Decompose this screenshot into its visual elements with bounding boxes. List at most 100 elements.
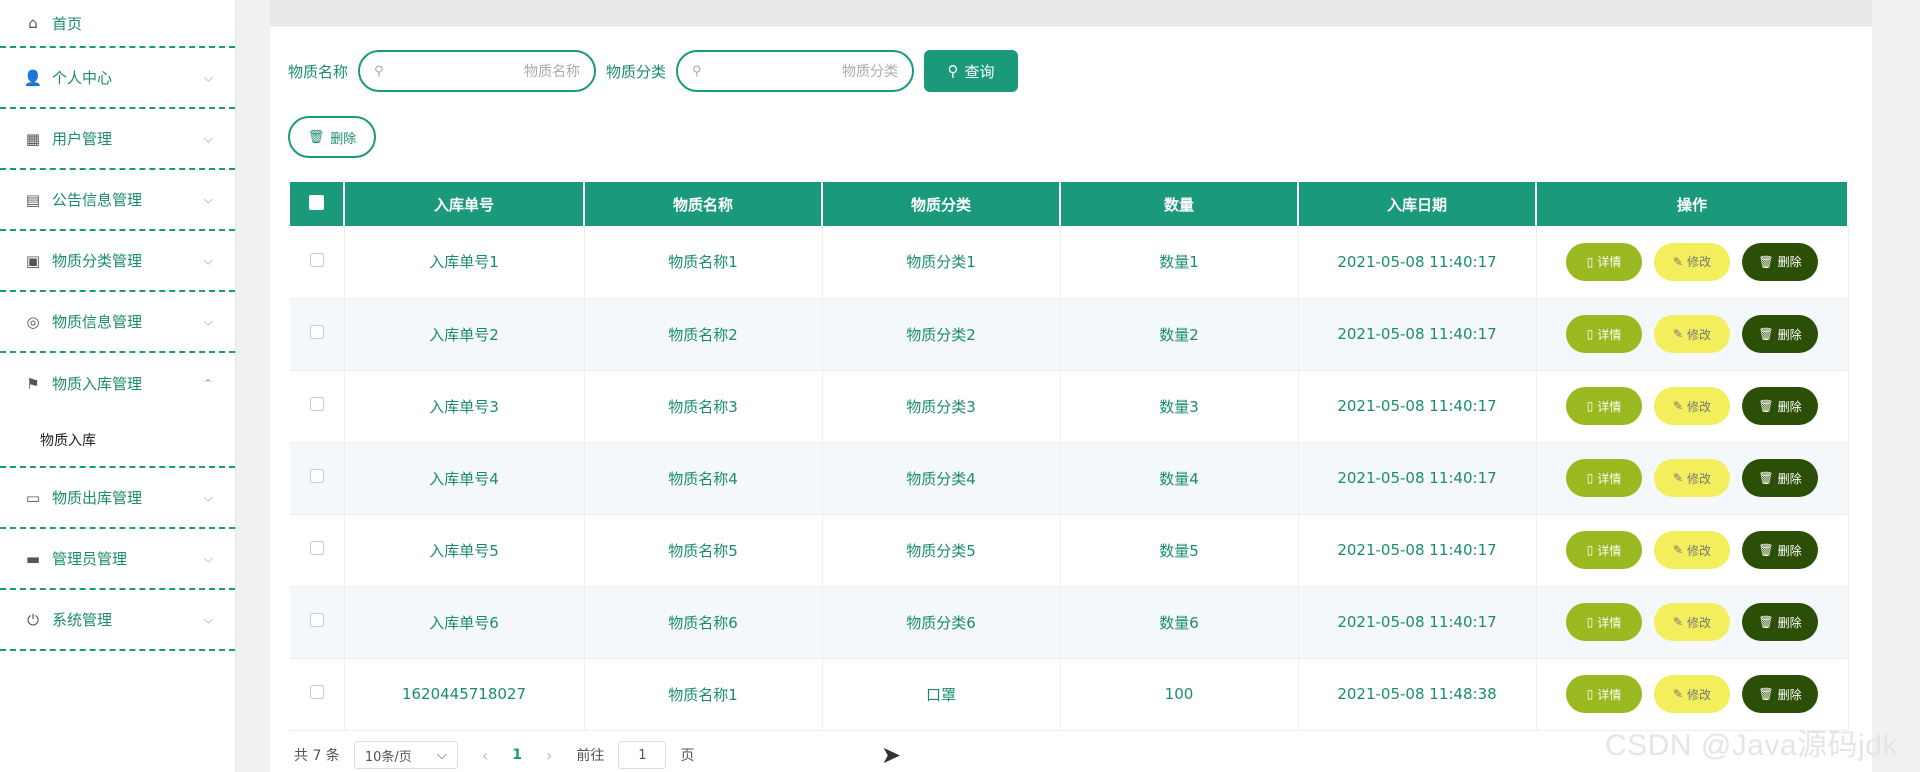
sidebar-item[interactable]: ▭ 物质出库管理 ⌵ <box>0 468 235 529</box>
edit-button[interactable]: ✎ 修改 <box>1654 531 1730 569</box>
delete-button[interactable]: 🗑 删除 <box>1742 242 1818 281</box>
row-checkbox[interactable] <box>309 325 324 339</box>
edit-button[interactable]: ✎ 修改 <box>1654 675 1730 713</box>
table-row: 入库单号1 物质名称1 物质分类1 数量1 2021-05-08 11:40:17 ▯ 详情… <box>290 226 1849 299</box>
sidebar-item[interactable]: ▤ 公告信息管理 ⌵ <box>0 170 235 231</box>
delete-button[interactable]: 🗑 删除 <box>1742 603 1818 641</box>
row-select-cell <box>290 298 345 371</box>
cell-qty: 数量4 <box>1060 442 1299 515</box>
detail-label: 详情 <box>1597 615 1622 630</box>
cart-icon: ▬ <box>25 549 41 568</box>
table-row: 入库单号6 物质名称6 物质分类6 数量6 2021-05-08 11:40:17 ▯ 详情… <box>290 586 1849 659</box>
pencil-icon: ✎ <box>1672 543 1684 557</box>
cell-category: 物质分类4 <box>822 442 1061 515</box>
row-checkbox[interactable] <box>309 541 324 555</box>
goto-page-input[interactable]: 1 <box>618 741 667 769</box>
header-qty[interactable]: 数量 <box>1060 182 1299 226</box>
edit-button[interactable]: ✎ 修改 <box>1654 387 1730 425</box>
document-icon: ▯ <box>1586 687 1594 701</box>
cell-date: 2021-05-08 11:40:17 <box>1298 586 1537 659</box>
select-all-checkbox[interactable] <box>309 194 324 210</box>
sidebar-subitem-stock-in[interactable]: 物质入库 <box>0 414 235 468</box>
edit-button[interactable]: ✎ 修改 <box>1654 315 1730 353</box>
detail-button[interactable]: ▯ 详情 <box>1566 531 1642 569</box>
cell-name: 物质名称4 <box>584 442 823 515</box>
edit-label: 修改 <box>1687 543 1712 558</box>
detail-button[interactable]: ▯ 详情 <box>1566 675 1642 713</box>
chevron-icon: ⌃ <box>202 376 213 391</box>
delete-label: 删除 <box>1777 543 1802 558</box>
header-date[interactable]: 入库日期 <box>1298 182 1537 226</box>
cell-actions: ▯ 详情 ✎ 修改 🗑 删除 <box>1536 514 1849 587</box>
delete-button[interactable]: 🗑 删除 <box>1742 675 1818 713</box>
search-icon: ⚲ <box>374 63 384 79</box>
sidebar-item-label: 物质信息管理 <box>52 313 143 331</box>
category-search-input[interactable]: ⚲ 物质分类 <box>676 50 915 92</box>
chevron-icon: ⌵ <box>203 70 213 84</box>
mouse-cursor-icon: ➤ <box>881 741 902 769</box>
pencil-icon: ✎ <box>1672 615 1684 629</box>
sidebar-item[interactable]: 👤 个人中心 ⌵ <box>0 48 235 109</box>
detail-button[interactable]: ▯ 详情 <box>1566 459 1642 497</box>
delete-label: 删除 <box>1777 327 1802 342</box>
cell-actions: ▯ 详情 ✎ 修改 🗑 删除 <box>1536 442 1849 515</box>
edit-label: 修改 <box>1687 327 1712 342</box>
batch-delete-button[interactable]: 🗑 删除 <box>288 116 376 158</box>
cell-qty: 数量5 <box>1060 514 1299 587</box>
page-number-current[interactable]: 1 <box>512 747 522 763</box>
chevron-icon: ⌵ <box>203 551 213 565</box>
chevron-down-icon: ⌵ <box>436 747 447 763</box>
name-placeholder: 物质名称 <box>524 64 581 80</box>
search-button[interactable]: ⚲ 查询 <box>924 50 1019 92</box>
row-checkbox[interactable] <box>309 252 324 267</box>
home-icon: ⌂ <box>28 14 38 32</box>
cell-qty: 数量1 <box>1060 226 1299 299</box>
chevron-icon: ⌵ <box>203 131 213 145</box>
row-checkbox[interactable] <box>309 685 324 699</box>
edit-label: 修改 <box>1687 687 1712 702</box>
cell-actions: ▯ 详情 ✎ 修改 🗑 删除 <box>1536 586 1849 659</box>
detail-button[interactable]: ▯ 详情 <box>1566 242 1642 281</box>
chevron-icon: ⌵ <box>203 253 213 267</box>
sidebar-item-label: 系统管理 <box>52 611 113 629</box>
delete-button[interactable]: 🗑 删除 <box>1742 531 1818 569</box>
header-name[interactable]: 物质名称 <box>584 182 823 226</box>
chevron-icon: ⌵ <box>203 490 213 504</box>
sidebar-item[interactable]: ▦ 用户管理 ⌵ <box>0 109 235 170</box>
clipboard-icon: ▤ <box>25 190 41 209</box>
sidebar-item[interactable]: ◎ 物质信息管理 ⌵ <box>0 292 235 353</box>
edit-button[interactable]: ✎ 修改 <box>1654 242 1730 281</box>
header-id[interactable]: 入库单号 <box>344 182 585 226</box>
prev-page-icon[interactable]: ‹ <box>472 746 498 765</box>
row-checkbox[interactable] <box>309 613 324 627</box>
delete-button[interactable]: 🗑 删除 <box>1742 387 1818 425</box>
header-category[interactable]: 物质分类 <box>822 182 1061 226</box>
delete-button[interactable]: 🗑 删除 <box>1742 315 1818 353</box>
name-search-input[interactable]: ⚲ 物质名称 <box>358 50 597 92</box>
sidebar-item[interactable]: ▬ 管理员管理 ⌵ <box>0 529 235 590</box>
detail-label: 详情 <box>1597 255 1622 270</box>
sidebar-item[interactable]: ⚑ 物质入库管理 ⌃ <box>0 353 235 414</box>
edit-button[interactable]: ✎ 修改 <box>1654 603 1730 641</box>
pencil-icon: ✎ <box>1672 687 1684 701</box>
edit-button[interactable]: ✎ 修改 <box>1654 459 1730 497</box>
detail-button[interactable]: ▯ 详情 <box>1566 603 1642 641</box>
data-table: 入库单号 物质名称 物质分类 数量 入库日期 操作 入库单号1 物质名称1 物质分类… <box>290 182 1849 731</box>
cell-date: 2021-05-08 11:40:17 <box>1298 298 1537 371</box>
row-checkbox[interactable] <box>309 469 324 483</box>
page-size-select[interactable]: 10条/页 ⌵ <box>353 741 458 769</box>
delete-button[interactable]: 🗑 删除 <box>1742 459 1818 497</box>
cell-id: 入库单号1 <box>344 226 585 299</box>
row-select-cell <box>290 370 345 443</box>
sidebar-item-label: 用户管理 <box>52 130 113 148</box>
sidebar-item[interactable]: ▣ 物质分类管理 ⌵ <box>0 231 235 292</box>
sidebar-item-label: 个人中心 <box>52 69 113 87</box>
cell-actions: ▯ 详情 ✎ 修改 🗑 删除 <box>1536 370 1849 443</box>
detail-button[interactable]: ▯ 详情 <box>1566 387 1642 425</box>
cell-actions: ▯ 详情 ✎ 修改 🗑 删除 <box>1536 226 1849 299</box>
row-checkbox[interactable] <box>309 397 324 411</box>
sidebar-item[interactable]: ⏻ 系统管理 ⌵ <box>0 590 235 651</box>
detail-button[interactable]: ▯ 详情 <box>1566 315 1642 353</box>
sidebar-item[interactable]: ⌂ 首页 <box>0 0 235 48</box>
next-page-icon[interactable]: › <box>536 746 562 765</box>
